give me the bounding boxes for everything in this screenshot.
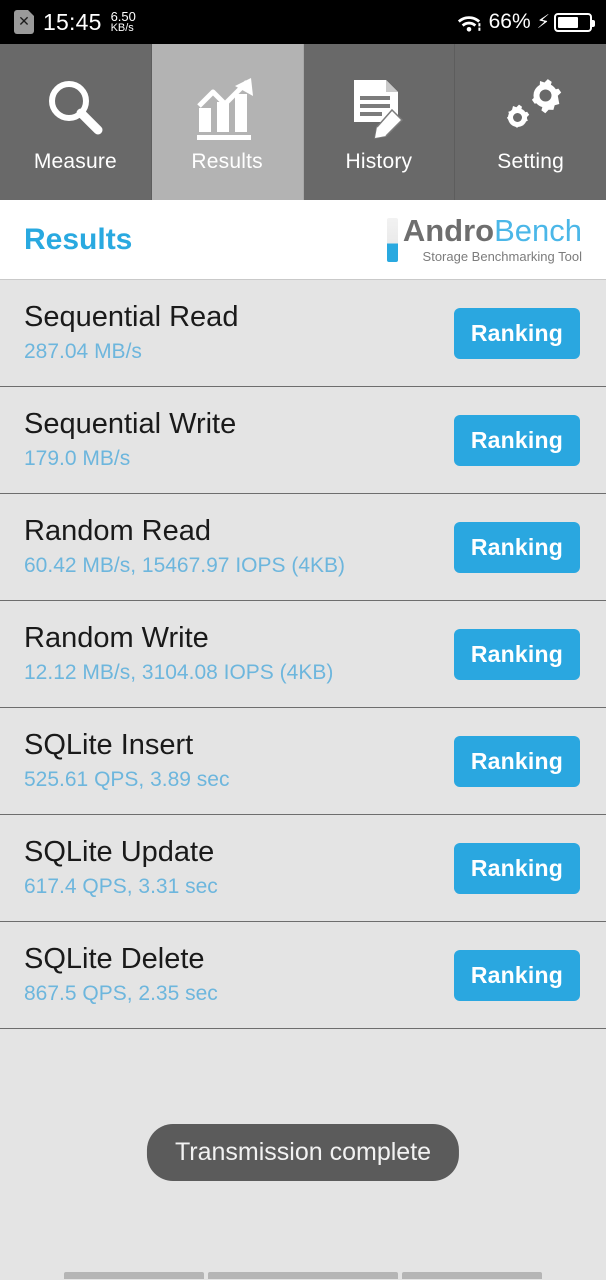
tab-results-label: Results [191,150,263,173]
ranking-button[interactable]: Ranking [453,735,580,787]
result-value: 287.04 MB/s [24,340,142,364]
charging-bolt-icon: ⚡ [536,11,550,33]
battery-icon [554,12,595,32]
androbench-logo: AndroBench Storage Benchmarking Tool [386,215,582,264]
status-clock: 15:45 [43,8,102,35]
tab-setting[interactable]: Setting [455,44,606,200]
result-row: Sequential Write 179.0 MB/s Ranking [0,387,606,494]
ranking-button[interactable]: Ranking [453,521,580,573]
network-speed-value: 6.50 [110,8,136,24]
battery-percent-label: 66% [488,10,531,33]
result-texts: Random Read 60.42 MB/s, 15467.97 IOPS (4K… [24,514,346,579]
sim-card-disabled-icon: ✕ [14,10,34,34]
result-name: SQLite Insert [24,728,194,761]
logo-text: AndroBench Storage Benchmarking Tool [403,215,582,264]
result-row: SQLite Update 617.4 QPS, 3.31 sec Ranking [0,815,606,922]
result-row: Sequential Read 287.04 MB/s Ranking [0,280,606,387]
network-speed-indicator: 6.50 KB/s [111,10,136,34]
ranking-button[interactable]: Ranking [453,949,580,1001]
logo-wordmark-primary: Andro [402,213,495,248]
ranking-button[interactable]: Ranking [453,842,580,894]
nav-hint-segment-home[interactable] [208,1272,398,1279]
result-texts: Random Write 12.12 MB/s, 3104.08 IOPS (4K… [24,621,334,686]
result-texts: Sequential Read 287.04 MB/s [24,300,239,365]
tab-history[interactable]: History [303,44,456,200]
nav-hint-segment-back[interactable] [64,1272,204,1279]
status-bar-right: 66% ⚡ [456,10,595,34]
result-value: 867.5 QPS, 2.35 sec [24,982,218,1006]
result-name: Sequential Read [24,300,239,333]
result-texts: SQLite Update 617.4 QPS, 3.31 sec [24,835,218,900]
status-bar: ✕ 15:45 6.50 KB/s 66% ⚡ [0,0,606,44]
result-name: Random Read [24,514,211,547]
bar-chart-arrow-icon [193,70,261,148]
nav-hint-segment-recents[interactable] [402,1272,542,1279]
logo-wordmark-secondary: Bench [494,213,582,248]
tab-measure[interactable]: Measure [0,44,152,200]
navigation-hint-bar[interactable] [0,1264,606,1280]
network-speed-unit: KB/s [110,22,134,35]
result-name: Sequential Write [24,407,237,440]
logo-tagline: Storage Benchmarking Tool [422,249,582,264]
result-row: Random Read 60.42 MB/s, 15467.97 IOPS (4K… [0,494,606,601]
ranking-button[interactable]: Ranking [453,414,580,466]
result-value: 60.42 MB/s, 15467.97 IOPS (4KB) [24,554,346,578]
tab-results[interactable]: Results [151,44,304,200]
result-texts: SQLite Insert 525.61 QPS, 3.89 sec [24,728,230,793]
page-title: Results [24,222,133,256]
magnifier-icon [42,70,108,148]
document-pencil-icon [346,70,412,148]
app-window: ✕ 15:45 6.50 KB/s 66% ⚡ Measure Results … [0,0,606,1280]
result-name: Random Write [24,621,209,654]
main-tab-bar[interactable]: Measure Results History Setting [0,44,606,200]
result-row: SQLite Insert 525.61 QPS, 3.89 sec Ranking [0,708,606,815]
result-value: 525.61 QPS, 3.89 sec [24,768,230,792]
tab-history-label: History [345,150,413,173]
result-row: Random Write 12.12 MB/s, 3104.08 IOPS (4K… [0,601,606,708]
tab-setting-label: Setting [497,150,565,173]
ranking-button[interactable]: Ranking [453,628,580,680]
result-texts: Sequential Write 179.0 MB/s [24,407,237,472]
toast-message: Transmission complete [146,1124,460,1181]
tab-measure-label: Measure [33,150,117,173]
status-bar-left: ✕ 15:45 6.50 KB/s [14,9,136,36]
result-value: 617.4 QPS, 3.31 sec [24,875,218,899]
page-header: Results AndroBench Storage Benchmarking … [0,200,606,280]
result-row: SQLite Delete 867.5 QPS, 2.35 sec Ranking [0,922,606,1029]
sim-card-x-glyph: ✕ [18,14,30,30]
result-name: SQLite Update [24,835,215,868]
wifi-icon [457,16,481,32]
result-value: 179.0 MB/s [24,447,131,471]
battery-fill [558,16,578,28]
result-value: 12.12 MB/s, 3104.08 IOPS (4KB) [24,661,334,685]
gears-icon [497,70,565,148]
result-name: SQLite Delete [24,942,205,975]
logo-wordmark: AndroBench [403,215,582,246]
result-texts: SQLite Delete 867.5 QPS, 2.35 sec [24,942,218,1007]
ranking-button[interactable]: Ranking [453,307,580,359]
logo-gauge-bar-icon [386,217,398,262]
